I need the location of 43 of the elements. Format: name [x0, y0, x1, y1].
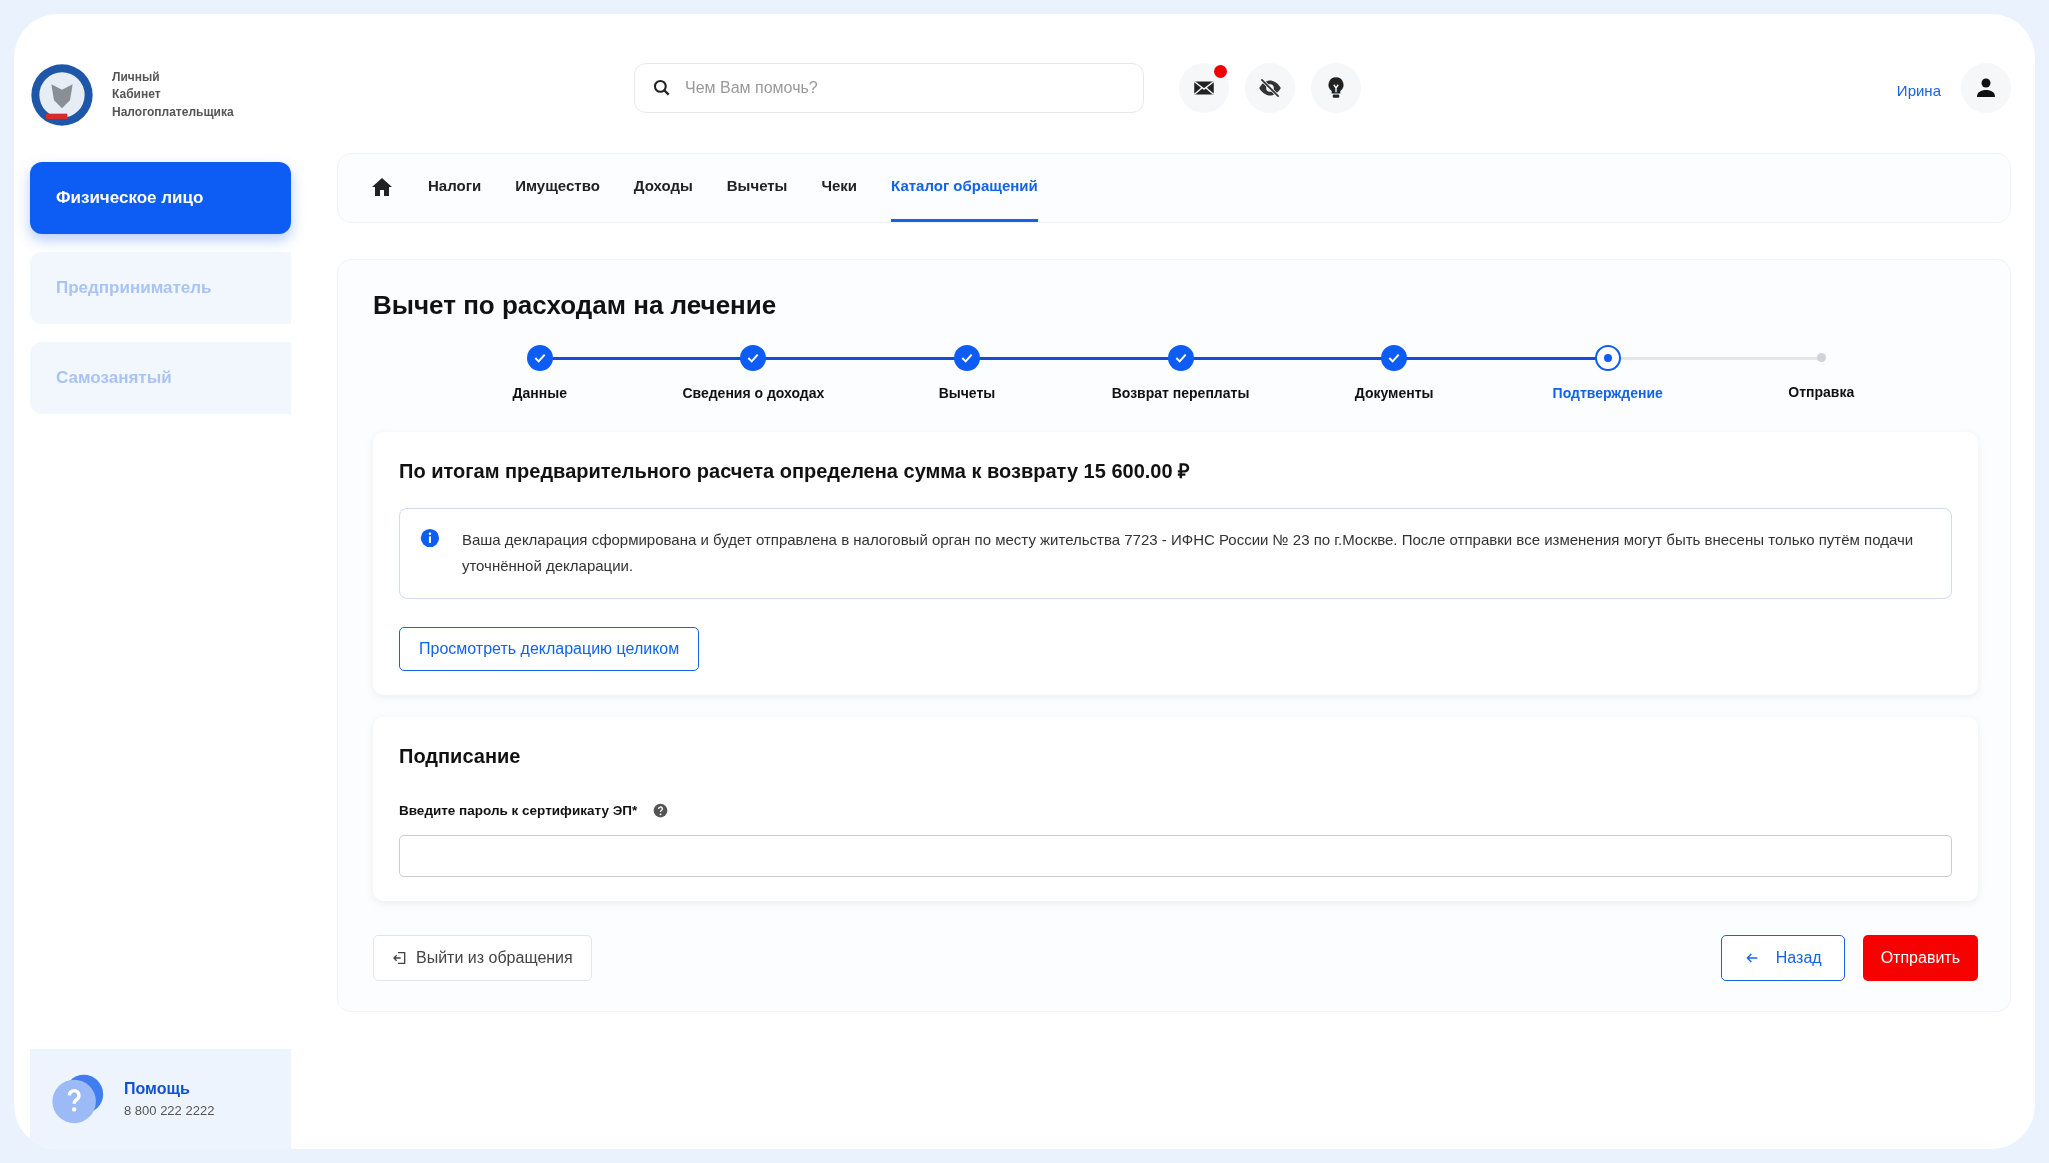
envelope-button[interactable]: [1179, 62, 1229, 113]
logo-text: Личный: [112, 68, 161, 86]
step-label: Документы: [1354, 384, 1434, 404]
exit-icon: [392, 949, 408, 966]
step-label: Данные: [512, 384, 567, 404]
page-title: Вычет по расходам на лечение: [373, 290, 778, 322]
nav-tab[interactable]: Каталог обращений: [891, 154, 1038, 222]
logo-text: Кабинет: [112, 86, 162, 104]
search-icon: [652, 77, 672, 98]
step-label: Сведения о доходах: [682, 384, 825, 404]
view-declaration-button[interactable]: Просмотреть декларацию целиком: [399, 626, 700, 671]
nav-tab[interactable]: Чеки: [821, 154, 858, 222]
eye-off-button[interactable]: [1245, 62, 1295, 113]
field-label: Введите пароль к сертификату ЭП*: [399, 801, 638, 820]
sidebar-item[interactable]: Физическое лицо: [30, 162, 291, 234]
nav-tab[interactable]: Имущество: [515, 154, 600, 222]
phone-number: 8 800 222 2222: [124, 1102, 215, 1121]
step-label: Вычеты: [938, 384, 996, 404]
info-icon: [420, 527, 440, 550]
nav-tab[interactable]: Налоги: [428, 154, 482, 222]
help-title: Помощь: [124, 1079, 191, 1100]
result-heading: По итогам предварительного расчета определена сумма к возврату 15 600.00 ₽: [399, 459, 1192, 485]
user-name-link[interactable]: Ирина: [1896, 80, 1941, 103]
step-label: Отправка: [1788, 383, 1855, 403]
back-button[interactable]: Назад: [1720, 934, 1845, 981]
password-field[interactable]: [399, 834, 1952, 877]
step-pending-dot: [1816, 353, 1826, 363]
emblem-icon: [30, 63, 94, 127]
submit-button[interactable]: Отправить: [1862, 934, 1978, 981]
info-text: Ваша декларация сформирована и будет отправлена в налоговый орган по месту жительства 7723 - ИФНС России № 23 по г.Москве. После отправки все изменения могут быть внесены только путём подачи уточнённой декларации.: [461, 530, 1915, 577]
exit-button[interactable]: Выйти из обращения: [373, 934, 592, 981]
help-panel[interactable]: Помощь 8 800 222 2222: [30, 1049, 291, 1149]
step-label: Подтверждение: [1552, 384, 1663, 404]
section-title: Подписание: [399, 743, 522, 769]
nav-tab[interactable]: Доходы: [633, 154, 693, 222]
question-icon: [653, 803, 669, 819]
nav-tab[interactable]: Вычеты: [726, 154, 788, 222]
step-current-icon: [1594, 345, 1621, 372]
user-avatar-button[interactable]: [1961, 62, 2011, 113]
search-field[interactable]: Чем Вам помочь?: [634, 62, 1144, 113]
step-label: Возврат переплаты: [1111, 384, 1250, 404]
logo-text: Налогоплательщика: [112, 103, 234, 121]
lightbulb-button[interactable]: [1311, 62, 1361, 113]
